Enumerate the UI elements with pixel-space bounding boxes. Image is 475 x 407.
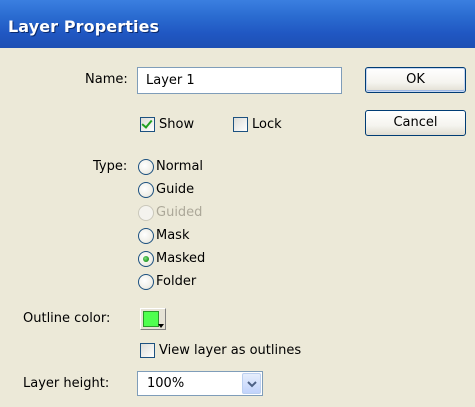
layer-height-select[interactable]: 100% [137,371,263,396]
show-checkbox[interactable] [140,117,155,132]
type-option-guide-label: Guide [156,182,195,197]
name-field[interactable] [138,68,342,93]
chevron-down-icon [247,381,257,388]
title-bar[interactable]: Layer Properties [0,0,475,48]
dropdown-triangle-icon [158,324,164,328]
type-option-folder-label: Folder [156,274,197,289]
cancel-button[interactable]: Cancel [365,110,466,136]
view-outlines-checkbox[interactable] [140,343,155,358]
color-swatch-icon [143,311,159,327]
lock-label: Lock [252,117,282,132]
view-outlines-label: View layer as outlines [159,343,302,358]
ok-button[interactable]: OK [365,67,466,93]
show-label: Show [159,117,195,132]
checkmark-icon [141,117,153,129]
type-label: Type: [93,159,128,174]
outline-color-picker[interactable] [140,308,166,330]
type-radio-mask[interactable] [138,228,154,244]
type-option-normal-label: Normal [156,159,204,174]
name-label: Name: [85,72,128,87]
type-option-masked-label: Masked [156,251,206,266]
window-title: Layer Properties [8,17,160,36]
lock-checkbox[interactable] [233,117,248,132]
type-radio-masked[interactable] [138,251,154,267]
type-option-guided-label: Guided [156,205,203,220]
type-radio-guide[interactable] [138,182,154,198]
type-option-mask-label: Mask [156,228,190,243]
outline-color-label: Outline color: [23,311,111,326]
type-radio-normal[interactable] [138,159,154,175]
layer-height-value: 100% [147,376,185,391]
name-field-box[interactable] [137,67,342,94]
radio-selected-dot-icon [143,256,149,262]
layer-height-dropdown-button[interactable] [242,373,261,394]
layer-height-label: Layer height: [23,376,110,391]
type-radio-folder[interactable] [138,274,154,290]
type-radio-guided [138,205,154,221]
